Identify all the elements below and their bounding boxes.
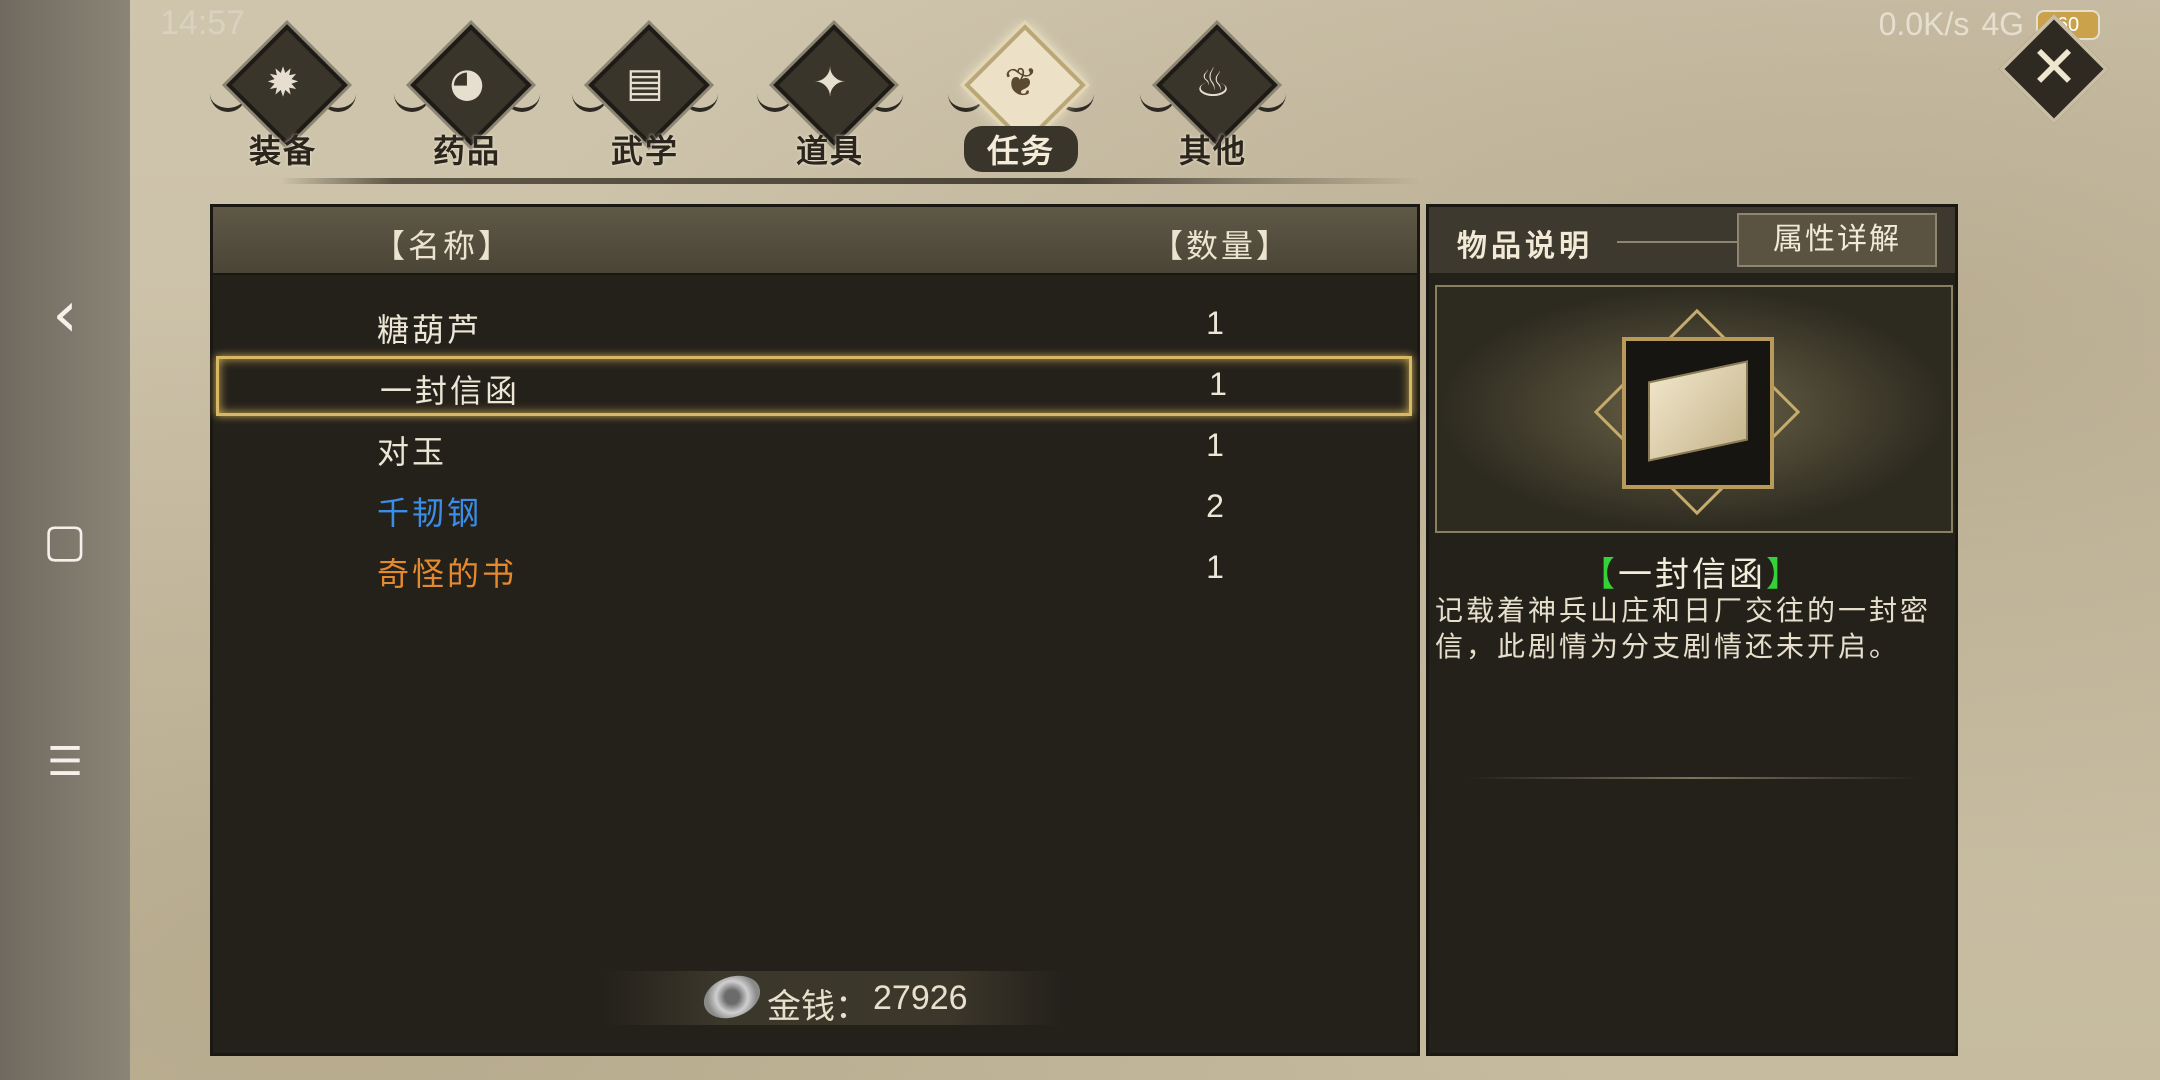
home-icon[interactable]: ▢ xyxy=(35,510,95,570)
tab-quest[interactable]: ❦ 任务 xyxy=(946,24,1096,174)
tab-attribute-details[interactable]: 属性详解 xyxy=(1737,213,1937,267)
item-name: 奇怪的书 xyxy=(377,555,518,593)
flame-icon: ♨ xyxy=(1195,60,1231,106)
item-title-text: 一封信函 xyxy=(1618,555,1766,595)
letter-icon xyxy=(1648,360,1748,462)
tools-icon: ✦ xyxy=(813,60,847,106)
tab-label: 其他 xyxy=(1178,132,1247,170)
item-quantity: 1 xyxy=(1206,305,1224,341)
item-name: 一封信函 xyxy=(380,372,521,410)
item-quantity: 2 xyxy=(1206,488,1224,524)
tab-medicine[interactable]: ◕ 药品 xyxy=(392,24,542,174)
list-item[interactable]: 奇怪的书 1 xyxy=(213,539,1417,599)
item-description: 记载着神兵山庄和日厂交往的一封密信，此剧情为分支剧情还未开启。 xyxy=(1435,594,1932,663)
item-name: 糖葫芦 xyxy=(377,311,483,349)
item-quantity: 1 xyxy=(1206,427,1224,463)
tab-equipment[interactable]: ✹ 装备 xyxy=(208,24,358,174)
medicine-icon: ◕ xyxy=(449,60,485,106)
money-label: 金钱： xyxy=(767,987,869,1027)
tab-divider xyxy=(280,178,1420,184)
column-header-name: 【名称】 xyxy=(373,227,514,265)
column-header-quantity: 【数量】 xyxy=(1151,227,1292,265)
item-list-panel: 【名称】 【数量】 糖葫芦 1 一封信函 1 对玉 1 千韧钢 2 奇怪的书 1… xyxy=(210,204,1420,1056)
item-quantity: 1 xyxy=(1209,366,1227,402)
system-nav-bar: ‹ ▢ ☰ xyxy=(0,0,130,1080)
list-item[interactable]: 对玉 1 xyxy=(213,417,1417,477)
silver-coin-icon xyxy=(697,968,767,1026)
tab-martial-arts[interactable]: ▤ 武学 xyxy=(570,24,720,174)
quest-scroll-icon: ❦ xyxy=(1004,60,1038,106)
item-quantity: 1 xyxy=(1206,549,1224,585)
tab-label: 武学 xyxy=(610,132,679,170)
item-detail-panel: 物品说明 属性详解 【一封信函】 记载着神兵山庄和日厂交往的一封密信，此剧情为分… xyxy=(1426,204,1958,1056)
tab-label: 药品 xyxy=(432,132,501,170)
close-icon: ✕ xyxy=(2029,33,2079,101)
tab-tools[interactable]: ✦ 道具 xyxy=(755,24,905,174)
item-name: 千韧钢 xyxy=(377,494,483,532)
tab-item-description[interactable]: 物品说明 xyxy=(1457,221,1593,265)
item-title: 【一封信函】 xyxy=(1429,547,1955,596)
back-icon[interactable]: ‹ xyxy=(35,278,95,352)
armor-icon: ✹ xyxy=(266,60,300,106)
detail-tabs: 物品说明 属性详解 xyxy=(1429,207,1955,273)
martial-arts-book-icon: ▤ xyxy=(626,60,664,106)
divider xyxy=(1469,777,1919,779)
bracket-close: 】 xyxy=(1766,555,1803,595)
network-speed: 0.0K/s xyxy=(1878,6,1970,42)
tab-label: 道具 xyxy=(795,132,864,170)
money-value: 27926 xyxy=(873,979,968,1017)
item-artwork xyxy=(1435,285,1953,533)
money-display: 金钱： 27926 xyxy=(603,968,1063,1027)
list-header: 【名称】 【数量】 xyxy=(213,207,1417,275)
divider xyxy=(1617,241,1757,243)
menu-icon[interactable]: ☰ xyxy=(35,732,95,792)
tab-other[interactable]: ♨ 其他 xyxy=(1138,24,1288,174)
list-item[interactable]: 糖葫芦 1 xyxy=(213,295,1417,355)
item-icon-frame xyxy=(1622,337,1774,489)
list-item-selected[interactable]: 一封信函 1 xyxy=(216,356,1412,416)
bracket-open: 【 xyxy=(1581,555,1618,595)
item-name: 对玉 xyxy=(377,433,448,471)
signal-label: 4G xyxy=(1981,6,2024,42)
tab-label: 任务 xyxy=(964,126,1078,172)
list-item[interactable]: 千韧钢 2 xyxy=(213,478,1417,538)
tab-label: 装备 xyxy=(248,132,317,170)
